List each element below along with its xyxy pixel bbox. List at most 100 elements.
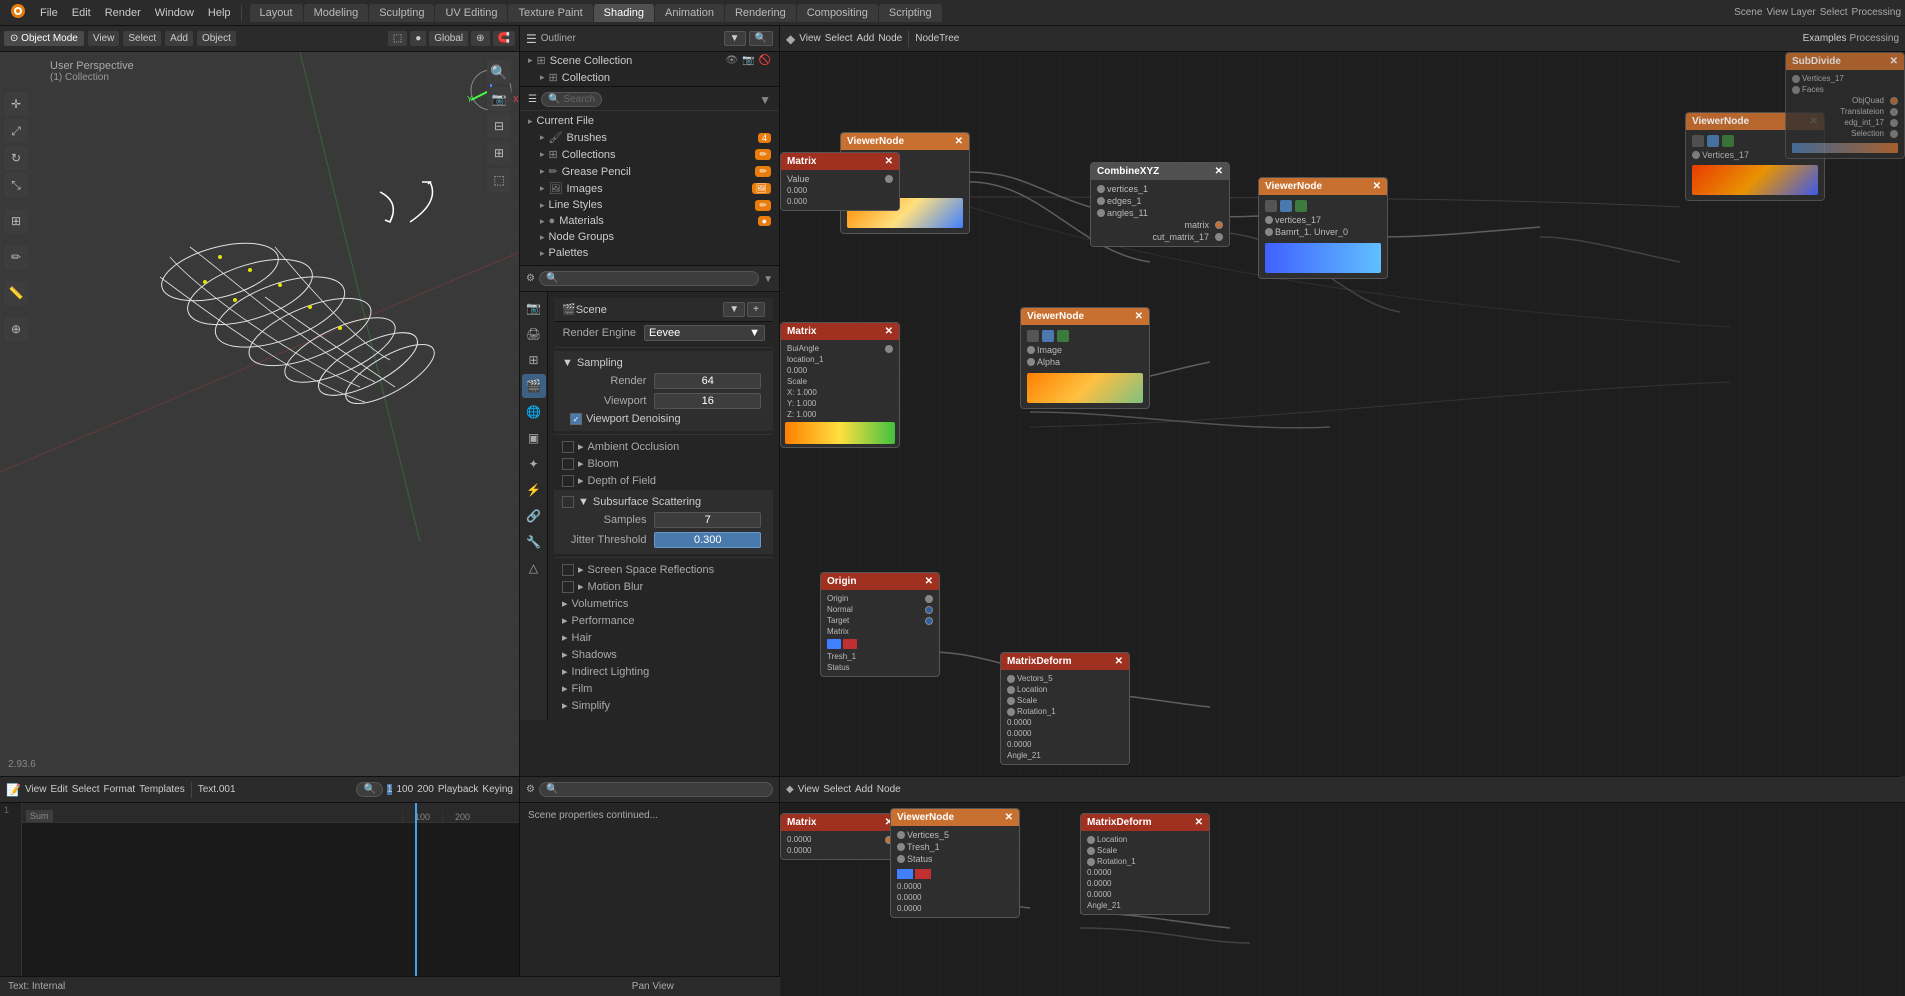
cxyz-s1[interactable] (1097, 185, 1105, 193)
ao-checkbox[interactable] (562, 441, 574, 453)
tab-modeling[interactable]: Modeling (304, 4, 369, 22)
nm2-s1[interactable] (885, 345, 893, 353)
node-view-btn[interactable]: View (799, 33, 821, 44)
node-tf-close[interactable]: ✕ (1890, 56, 1898, 67)
nv3-icon3[interactable] (1295, 200, 1307, 212)
indirect-lighting-section[interactable]: ▸ Indirect Lighting (554, 663, 773, 680)
prop-output-tab[interactable]: 🖨 (522, 322, 546, 346)
menu-help[interactable]: Help (202, 5, 237, 21)
render-engine-dropdown[interactable]: Eevee ▼ (644, 325, 765, 341)
snap-btn[interactable]: 🧲 (493, 31, 515, 46)
te-select-btn[interactable]: Select (72, 784, 100, 795)
node-matrix-2[interactable]: Matrix ✕ BuiAngle location_1 0.000 (780, 322, 900, 448)
te-start[interactable]: 100 (396, 784, 413, 795)
section-nodegroups[interactable]: ▸ Node Groups (520, 229, 779, 245)
node-select-btn[interactable]: Select (825, 33, 853, 44)
scene-browse[interactable]: ▼ (723, 302, 745, 317)
tool-cursor[interactable]: ✛ (4, 92, 28, 116)
tab-uv-editing[interactable]: UV Editing (435, 4, 507, 22)
dof-section[interactable]: ▸ Depth of Field (554, 472, 773, 489)
tab-rendering[interactable]: Rendering (725, 4, 796, 22)
menu-render[interactable]: Render (99, 5, 147, 21)
sampling-header[interactable]: ▼ Sampling (562, 355, 765, 371)
node-close-matrix-2[interactable]: ✕ (885, 326, 893, 337)
origin-s1[interactable] (925, 595, 933, 603)
select-right[interactable]: Select (1820, 7, 1848, 18)
cxyz-s5[interactable] (1215, 233, 1223, 241)
tab-texture-paint[interactable]: Texture Paint (508, 4, 592, 22)
prop-render-tab[interactable]: 📷 (522, 296, 546, 320)
origin-s2[interactable] (925, 606, 933, 614)
te-view-btn[interactable]: View (25, 784, 47, 795)
scene-new[interactable]: + (747, 302, 765, 317)
te-keying[interactable]: Keying (482, 784, 513, 795)
tool-rotate[interactable]: ↻ (4, 146, 28, 170)
nv2-icon3[interactable] (1057, 330, 1069, 342)
tool-move[interactable]: ⤢ (4, 119, 28, 143)
node-origin[interactable]: Origin ✕ Origin Normal Target (820, 572, 940, 677)
tool-add[interactable]: ⊕ (4, 317, 28, 341)
ntf-s1[interactable] (1792, 75, 1800, 83)
dof-checkbox[interactable] (562, 475, 574, 487)
denoising-checkbox[interactable]: ✓ (570, 413, 582, 425)
node-close-3[interactable]: ✕ (1373, 181, 1381, 192)
section-linestyles[interactable]: ▸ Line Styles ✏ (520, 197, 779, 213)
ne-bottom-node[interactable]: Node (877, 784, 901, 795)
viewport-3d[interactable]: Z X Y User Perspective (1) Collection ✛ … (0, 52, 519, 776)
nfr1-icon3[interactable] (1722, 135, 1734, 147)
node-combinexyz[interactable]: CombineXYZ ✕ vertices_1 edges_1 angles_1… (1090, 162, 1230, 247)
menu-blender[interactable] (4, 1, 32, 24)
tool-annotate[interactable]: ✏ (4, 245, 28, 269)
tab-scripting[interactable]: Scripting (879, 4, 942, 22)
zoom-in[interactable]: 🔍 (487, 60, 511, 84)
bloom-section[interactable]: ▸ Bloom (554, 455, 773, 472)
tab-shading[interactable]: Shading (594, 4, 654, 22)
nv3-s1[interactable] (1265, 216, 1273, 224)
te-search[interactable]: 🔍 (356, 782, 382, 797)
node-viewer-2[interactable]: ViewerNode ✕ Image Alpha (1020, 307, 1150, 409)
prop-object-tab[interactable]: ▣ (522, 426, 546, 450)
section-materials[interactable]: ▸ ● Materials ● (520, 213, 779, 229)
node-node-btn[interactable]: Node (878, 33, 902, 44)
viewport-value[interactable]: 16 (654, 393, 761, 409)
tab-animation[interactable]: Animation (655, 4, 724, 22)
camera-icon[interactable]: 📷 (742, 55, 754, 66)
tool-transform[interactable]: ⊞ (4, 209, 28, 233)
bloom-checkbox[interactable] (562, 458, 574, 470)
cxyz-s4[interactable] (1215, 221, 1223, 229)
viewport-mode-btn[interactable]: ⊙ Object Mode (4, 31, 84, 46)
viewport-add-btn[interactable]: Add (165, 31, 193, 46)
md-s2[interactable] (1007, 686, 1015, 694)
prop-scene-tab[interactable]: 🎬 (522, 374, 546, 398)
sss-samples-value[interactable]: 7 (654, 512, 761, 528)
ntf-s4[interactable] (1890, 108, 1898, 116)
prop-view-layer-tab[interactable]: ⊞ (522, 348, 546, 372)
node-bc-1-close[interactable]: ✕ (1005, 812, 1013, 823)
timeline-playhead[interactable] (415, 803, 417, 996)
te-templates-btn[interactable]: Templates (139, 784, 185, 795)
node-close-cxyz[interactable]: ✕ (1215, 166, 1223, 177)
ntf-s5[interactable] (1890, 119, 1898, 127)
viewport-object-btn[interactable]: Object (197, 31, 236, 46)
props-bottom-search[interactable]: 🔍 (539, 782, 773, 797)
nv2-icon2[interactable] (1042, 330, 1054, 342)
transform-pivot[interactable]: ⊕ (471, 31, 489, 46)
section-grease[interactable]: ▸ ✏ Grease Pencil ✏ (520, 163, 779, 180)
nm1-s1[interactable] (885, 175, 893, 183)
nv2-icon1[interactable] (1027, 330, 1039, 342)
nv3-icon1[interactable] (1265, 200, 1277, 212)
filter-btn[interactable]: ▼ (759, 93, 771, 107)
menu-edit[interactable]: Edit (66, 5, 97, 21)
section-palettes[interactable]: ▸ Palettes (520, 245, 779, 261)
node-close-1[interactable]: ✕ (955, 136, 963, 147)
tab-compositing[interactable]: Compositing (797, 4, 878, 22)
nbc1-s3[interactable] (897, 855, 905, 863)
data-search[interactable]: 🔍 Search (541, 92, 602, 107)
node-br-1-close[interactable]: ✕ (1195, 817, 1203, 828)
cxyz-s3[interactable] (1097, 209, 1105, 217)
mb-checkbox[interactable] (562, 581, 574, 593)
simplify-section[interactable]: ▸ Simplify (554, 697, 773, 714)
section-current-file[interactable]: ▸ Current File (520, 113, 779, 129)
performance-section[interactable]: ▸ Performance (554, 612, 773, 629)
global-transform[interactable]: Global (429, 31, 468, 46)
